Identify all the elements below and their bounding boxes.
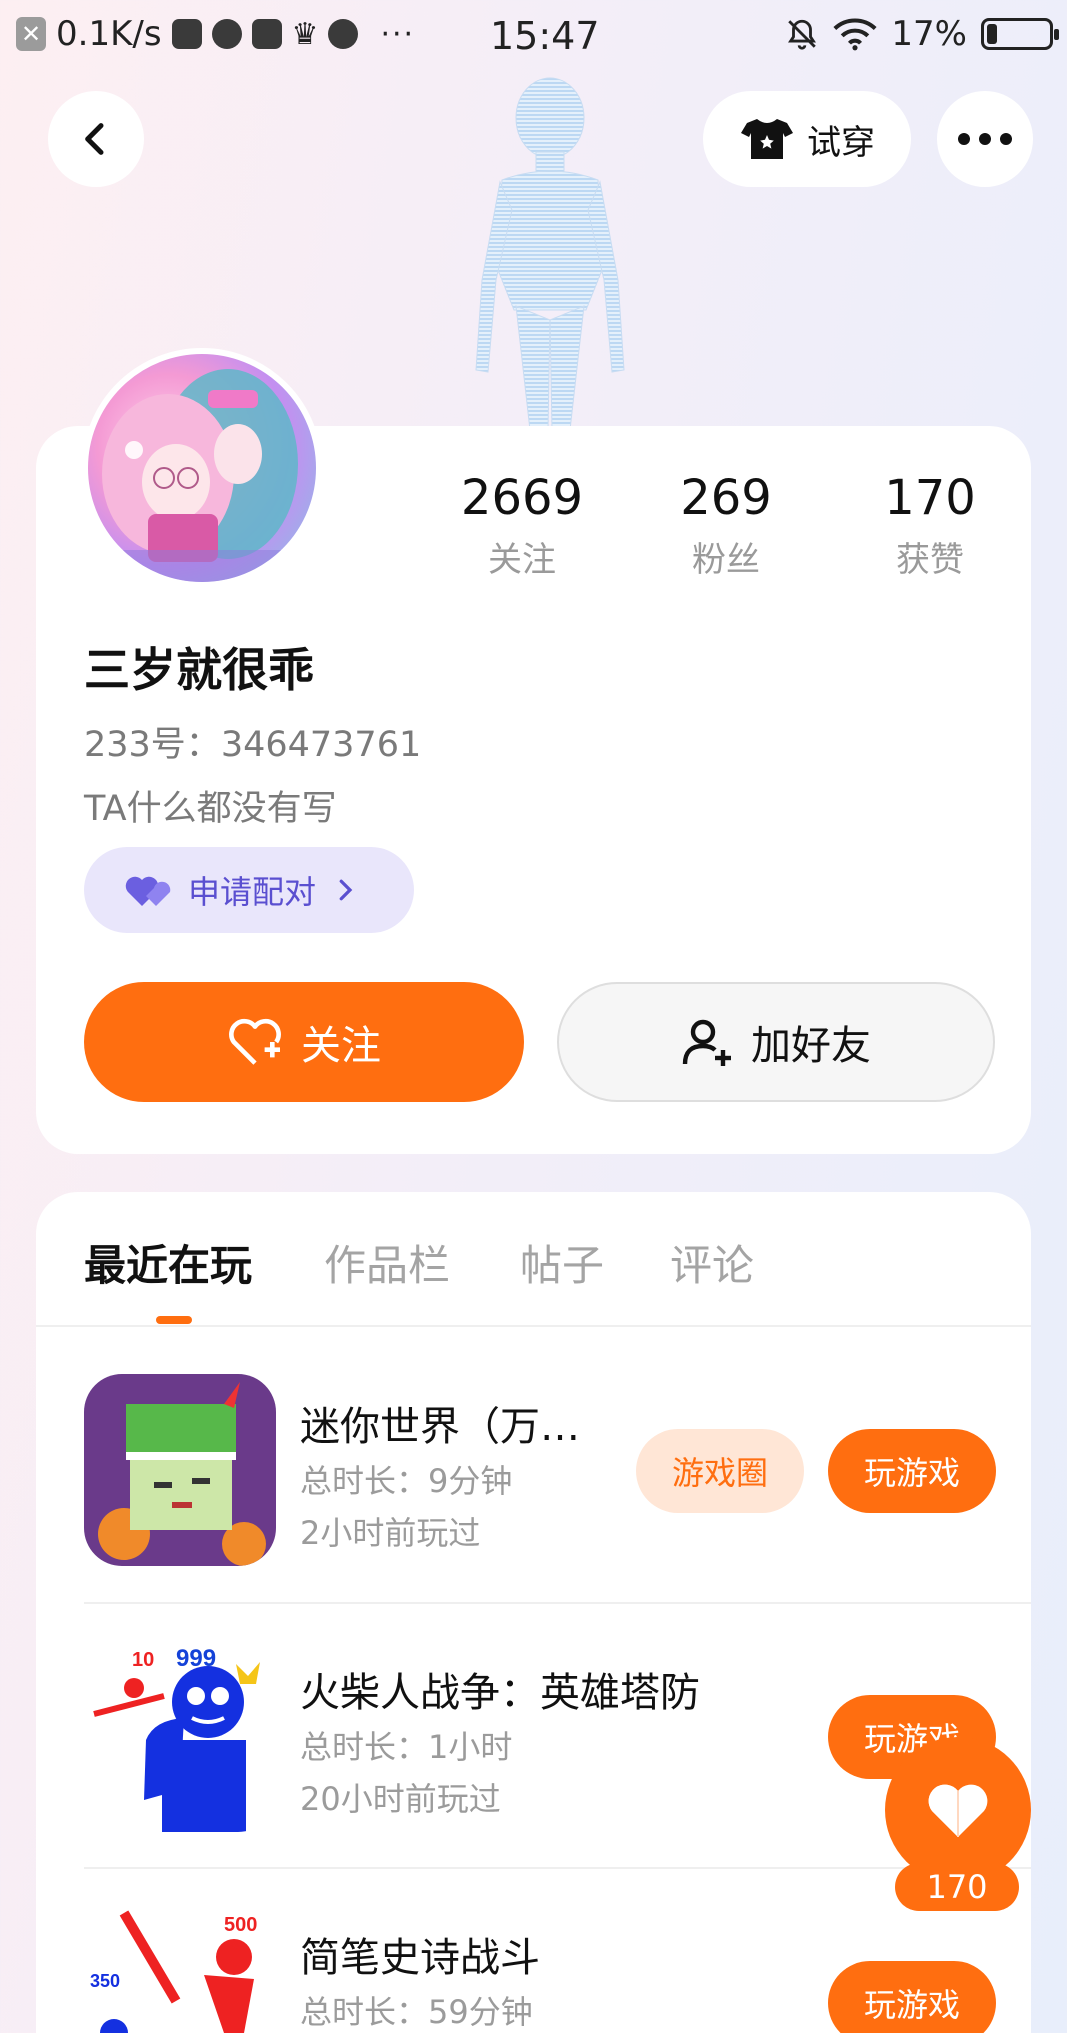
more-button[interactable] — [937, 91, 1033, 187]
heart-icon — [928, 1784, 988, 1837]
game-last-played: 20小时前玩过 — [300, 1780, 501, 1818]
square-app-icon — [251, 19, 282, 49]
heart-plus-icon — [229, 1018, 281, 1065]
clock: 15:47 — [490, 14, 600, 58]
back-button[interactable] — [48, 91, 144, 187]
request-pair-label: 申请配对 — [188, 873, 317, 911]
bio: TA什么都没有写 — [84, 789, 337, 829]
add-friend-button[interactable]: 加好友 — [557, 982, 995, 1102]
tab-works[interactable]: 作品栏 — [324, 1232, 450, 1293]
stat-following-value: 2669 — [460, 470, 584, 526]
stat-likes[interactable]: 170 获赞 — [850, 470, 1010, 581]
avatar-illustration — [88, 369, 316, 582]
game-duration: 总时长：59分钟 — [300, 1993, 533, 2031]
stat-fans-value: 269 — [680, 470, 772, 526]
tab-indicator — [156, 1316, 192, 1324]
wifi-icon — [833, 18, 877, 51]
app-icon — [171, 19, 202, 49]
stat-likes-value: 170 — [884, 470, 976, 526]
mute-bell-icon — [788, 19, 817, 50]
tshirt-icon — [741, 119, 793, 159]
stat-likes-label: 获赞 — [896, 540, 964, 580]
avatar-3d-figure — [475, 77, 625, 430]
battery-percent: 17% — [891, 14, 967, 54]
game-circle-button[interactable]: 游戏圈 — [636, 1429, 804, 1513]
play-game-button[interactable]: 玩游戏 — [828, 1961, 996, 2033]
chevron-right-icon — [339, 879, 353, 901]
status-bar: ✕ 0.1K/s ♛ ··· 15:47 17% — [0, 0, 1067, 72]
double-heart-icon — [125, 876, 171, 906]
game-duration: 总时长：9分钟 — [300, 1462, 513, 1500]
follow-label: 关注 — [301, 1023, 381, 1069]
stat-fans[interactable]: 269 粉丝 — [646, 470, 806, 581]
tab-recent-play[interactable]: 最近在玩 — [84, 1232, 252, 1293]
follow-button[interactable]: 关注 — [84, 982, 524, 1102]
add-friend-label: 加好友 — [751, 1023, 871, 1069]
play-icon — [328, 19, 359, 49]
list-divider — [84, 1602, 1031, 1604]
game-icon-stick-epic[interactable]: 500 350 — [84, 1905, 276, 2033]
game-duration: 总时长：1小时 — [300, 1728, 513, 1766]
stick-epic-right-label: 500 — [224, 1914, 257, 1936]
tab-comments[interactable]: 评论 — [670, 1232, 754, 1293]
game-name[interactable]: 简笔史诗战斗 — [300, 1925, 540, 1983]
stat-following[interactable]: 2669 关注 — [442, 470, 602, 581]
stick-epic-left-label: 350 — [90, 1971, 120, 1991]
battery-icon — [981, 18, 1059, 50]
game-name[interactable]: 火柴人战争：英雄塔防 — [300, 1660, 700, 1718]
more-horizontal-icon — [958, 133, 1012, 145]
game-icon-mini-world[interactable] — [84, 1374, 276, 1566]
like-count-badge: 170 — [895, 1863, 1019, 1911]
avatar[interactable] — [82, 348, 322, 588]
try-on-button[interactable]: 试穿 — [703, 91, 911, 187]
tabs-divider — [36, 1325, 1031, 1327]
user-id-value: 346473761 — [220, 725, 422, 765]
more-notifications-icon: ··· — [380, 16, 416, 52]
planet-icon — [211, 19, 242, 49]
user-id-label: 233号： — [84, 725, 221, 765]
crown-icon: ♛ — [291, 16, 319, 52]
play-game-button[interactable]: 玩游戏 — [828, 1429, 996, 1513]
request-pair-button[interactable]: 申请配对 — [84, 847, 414, 933]
username: 三岁就很乖 — [84, 643, 314, 697]
stat-following-label: 关注 — [488, 540, 556, 580]
game-last-played: 2小时前玩过 — [300, 1514, 481, 1552]
chevron-left-icon — [85, 123, 104, 155]
game-icon-stick-war[interactable]: 10 999 — [84, 1640, 276, 1832]
close-notification-icon: ✕ — [16, 17, 46, 51]
game-name[interactable]: 迷你世界（万… — [300, 1394, 580, 1452]
like-button[interactable] — [885, 1737, 1031, 1883]
stick-war-top-label: 10 — [132, 1649, 154, 1671]
user-id: 233号：346473761 — [84, 716, 421, 767]
stat-fans-label: 粉丝 — [692, 540, 760, 580]
tab-posts[interactable]: 帖子 — [520, 1232, 604, 1293]
network-speed: 0.1K/s — [56, 14, 162, 54]
add-user-icon — [682, 1019, 731, 1066]
list-divider — [84, 1867, 1031, 1869]
try-on-label: 试穿 — [807, 122, 875, 163]
